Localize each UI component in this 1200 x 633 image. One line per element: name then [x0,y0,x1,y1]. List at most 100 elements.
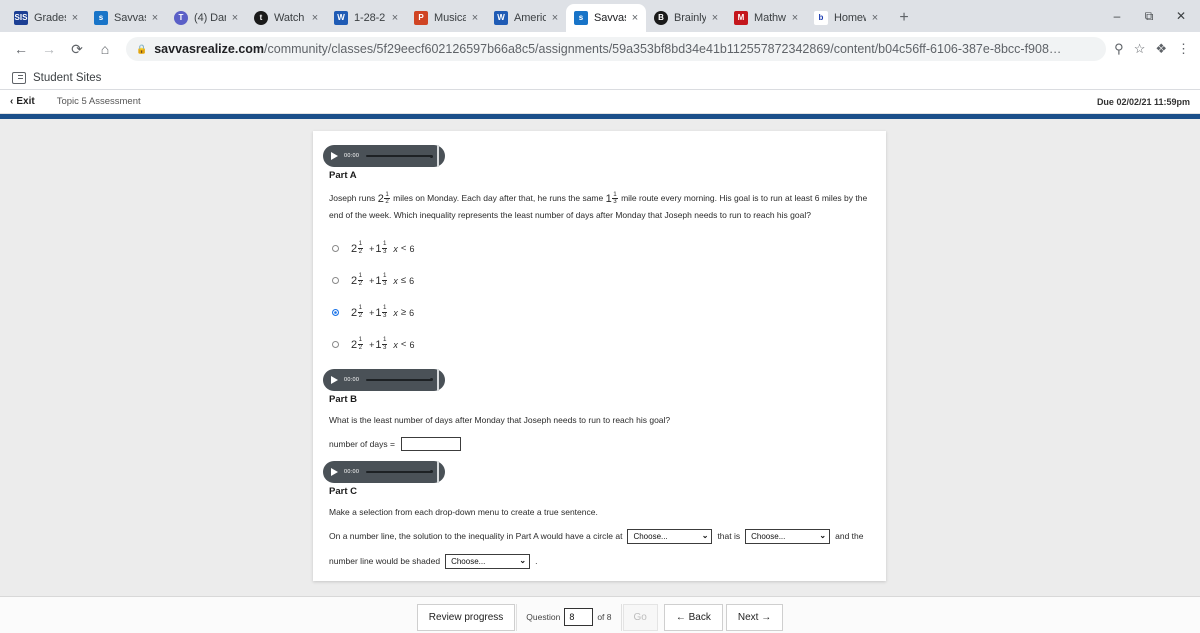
close-tab-icon[interactable]: × [548,11,562,25]
close-tab-icon[interactable]: × [228,11,242,25]
fraction-denominator: 2 [358,311,363,319]
close-tab-icon[interactable]: × [308,11,322,25]
minimize-button[interactable]: – [1102,4,1132,28]
zoom-icon[interactable]: ⚲ [1114,41,1124,57]
home-icon[interactable]: ⌂ [92,36,118,62]
fraction: 13 [381,305,388,319]
dropdown-circle-type[interactable]: Choose... ⌄ [627,528,713,544]
audio-volume-handle[interactable] [437,368,439,391]
number-of-days-input[interactable] [400,436,461,451]
back-button[interactable]: ← Back [663,603,723,631]
word-favicon: W [334,11,348,25]
bookmark-star-icon[interactable]: ☆ [1134,41,1146,57]
play-icon[interactable] [331,152,338,160]
topic-title: Topic 5 Assessment [56,96,141,107]
fraction-denominator: 3 [382,311,387,319]
exit-button[interactable]: ‹ Exit [10,96,35,107]
bookmark-student-sites[interactable]: Student Sites [33,72,101,84]
dropdown-shade-direction[interactable]: Choose... ⌄ [445,553,531,569]
due-date: Due 02/02/21 11:59pm [1096,96,1190,107]
audio-volume-handle[interactable] [437,145,439,167]
radio-button[interactable] [332,277,339,285]
maximize-button[interactable]: ⧉ [1134,4,1164,28]
browser-tab[interactable]: s Savvas × [566,4,646,32]
radio-button[interactable] [332,309,339,317]
audio-volume-handle[interactable] [437,460,439,483]
close-tab-icon[interactable]: × [148,11,162,25]
browser-tab[interactable]: P Musical× [406,4,486,32]
extensions-icon[interactable]: ❖ [1155,41,1167,57]
browser-tab[interactable]: W 1-28-21× [326,4,406,32]
audio-track[interactable] [366,378,433,382]
radio-button[interactable] [332,341,339,349]
address-bar[interactable]: 🔒 savvasrealize.com/community/classes/5f… [126,37,1107,61]
sentence-text-4: number line would be shaded [329,556,441,567]
browser-tab[interactable]: t Watch T× [246,4,326,32]
exit-label: Exit [16,96,35,107]
fraction-whole: 1 [375,274,382,287]
tab-title: Grades [34,12,66,24]
audio-track[interactable] [366,154,433,158]
audio-player-part-b[interactable]: 00:00 [323,368,445,391]
fraction-whole: 1 [605,193,612,205]
browser-tab[interactable]: M Mathwa× [726,4,806,32]
review-progress-button[interactable]: Review progress [416,603,516,631]
assessment-footer: Review progress Question 8 of 8 Go ← Bac… [0,596,1200,633]
dropdown-value: Choose... [751,531,786,541]
close-tab-icon[interactable]: × [788,11,802,25]
answer-option[interactable]: 2 1 2 +1 1 3 x ≥6 [329,297,876,329]
new-tab-button[interactable]: + [890,4,918,32]
close-window-button[interactable]: ✕ [1166,4,1196,28]
url-text: savvasrealize.com/community/classes/5f29… [154,42,1061,56]
mixed-fraction: 212 [351,273,364,288]
audio-time: 00:00 [344,376,360,383]
right-hand-side: 6 [409,275,415,286]
plus-sign: + [369,307,375,318]
bookmarks-bar: Student Sites [0,66,1200,90]
answer-option[interactable]: 2 1 2 +1 1 3 x ≤6 [329,265,876,297]
mixed-fraction: 212 [351,305,364,320]
close-tab-icon[interactable]: × [468,11,482,25]
browser-tab[interactable]: SIS Grades × [6,4,86,32]
dropdown-circle-fill[interactable]: Choose... ⌄ [745,528,831,544]
answer-option[interactable]: 2 1 2 +1 1 3 x <6 [329,233,876,265]
browser-tab[interactable]: W America× [486,4,566,32]
tab-title: Brainly.c [674,12,706,24]
answer-options: 2 1 2 +1 1 3 x <6 2 1 2 +1 1 3 x ≤6 2 1 2 +1 1 3 x ≥6 2 1 2 +1 1 3 x <6 [329,233,876,361]
browser-tab[interactable]: T (4) Dani× [166,4,246,32]
question-number-input[interactable]: 8 [564,608,594,626]
close-tab-icon[interactable]: × [68,11,82,25]
right-hand-side: 6 [409,243,415,254]
forward-icon[interactable]: → [36,36,62,62]
browser-tab[interactable]: b Homew× [806,4,886,32]
back-icon[interactable]: ← [8,36,34,62]
question-text-2: miles on Monday. Each day after that, he… [393,193,604,203]
play-icon[interactable] [331,467,338,476]
radio-button[interactable] [332,245,339,253]
sis-favicon: SIS [14,11,28,25]
fraction-whole: 1 [375,306,382,319]
audio-player-part-c[interactable]: 00:00 [323,460,445,483]
answer-option[interactable]: 2 1 2 +1 1 3 x <6 [329,329,876,361]
mixed-fraction: 113 [375,241,388,256]
go-button[interactable]: Go [622,603,658,631]
reload-icon[interactable]: ⟳ [64,36,90,62]
play-icon[interactable] [331,375,338,384]
next-button[interactable]: Next → [725,603,784,631]
audio-player-part-a[interactable]: 00:00 [323,145,445,167]
savvas-favicon: s [574,11,588,25]
browser-menu-icon[interactable]: ⋮ [1177,41,1190,57]
browser-tab[interactable]: B Brainly.c× [646,4,726,32]
mixed-fraction: 212 [351,241,364,256]
close-tab-icon[interactable]: × [628,11,642,25]
tab-title: Homew [834,12,866,24]
audio-track[interactable] [366,470,433,474]
sentence-text-2: that is [717,531,741,542]
browser-tab[interactable]: s Savvas × [86,4,166,32]
close-tab-icon[interactable]: × [708,11,722,25]
fraction-denominator: 3 [382,279,387,287]
close-tab-icon[interactable]: × [388,11,402,25]
powerpoint-favicon: P [414,11,428,25]
omnibox-actions: ⚲ ☆ ❖ ⋮ [1114,41,1192,57]
close-tab-icon[interactable]: × [868,11,882,25]
